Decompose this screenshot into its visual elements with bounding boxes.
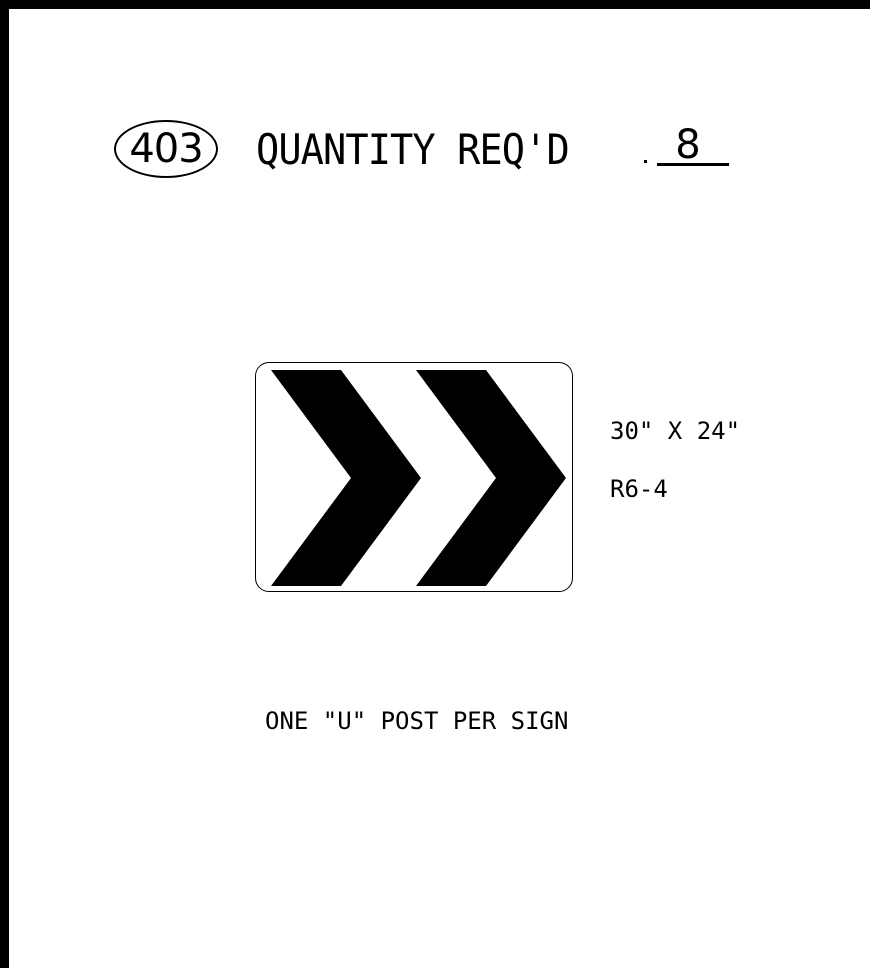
sheet-number-badge: 403 bbox=[114, 120, 218, 178]
sign-code: R6-4 bbox=[610, 475, 668, 503]
right-chevron bbox=[416, 370, 566, 586]
quantity-value: 8 bbox=[675, 122, 701, 168]
sheet-header: 403 QUANTITY REQ'D bbox=[114, 118, 596, 180]
left-chevron bbox=[271, 370, 421, 586]
border-top bbox=[0, 0, 870, 9]
post-note: ONE "U" POST PER SIGN bbox=[265, 707, 569, 735]
quantity-label: QUANTITY REQ'D bbox=[256, 124, 570, 174]
sign-panel bbox=[255, 362, 573, 592]
quantity-underline bbox=[657, 163, 729, 166]
double-chevron-right-icon bbox=[271, 370, 566, 586]
border-left bbox=[0, 0, 9, 968]
sign-specs: 30" X 24" R6-4 bbox=[610, 402, 740, 518]
sign-size: 30" X 24" bbox=[610, 417, 741, 445]
